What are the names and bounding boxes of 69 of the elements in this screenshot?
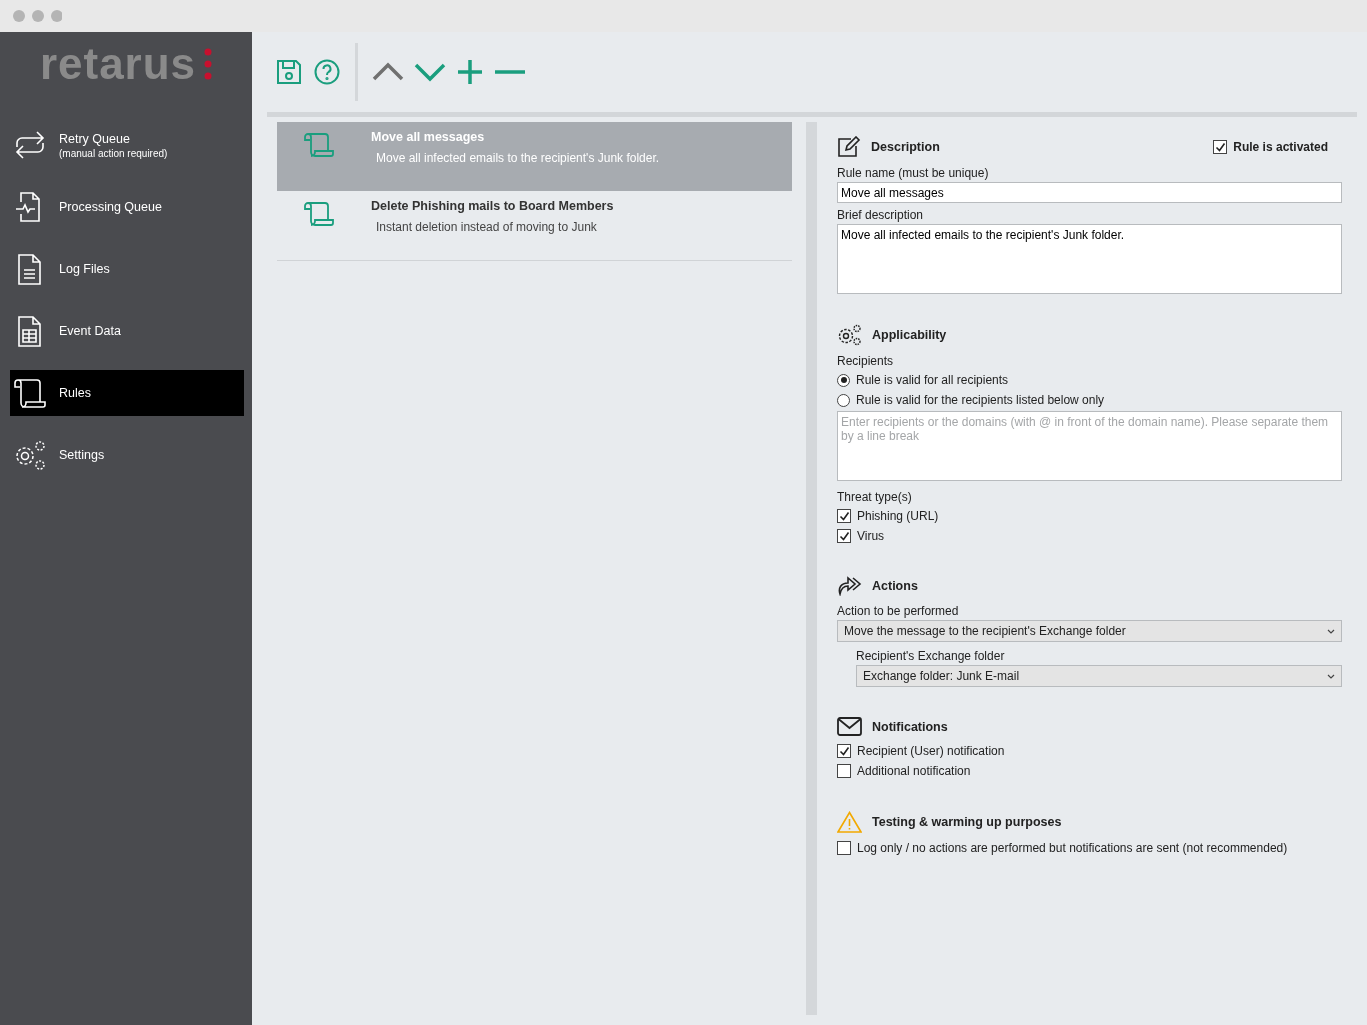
- checkbox[interactable]: Recipient (User) notification: [837, 741, 1342, 761]
- radio-button[interactable]: Rule is valid for the recipients listed below only: [837, 390, 1342, 410]
- chevron-down-icon: [1327, 628, 1335, 634]
- sidebar-item[interactable]: Rules: [10, 370, 244, 416]
- gears-icon: [13, 439, 47, 471]
- section-title: Notifications: [872, 719, 948, 734]
- sidebar-label: Log Files: [59, 262, 110, 276]
- checkbox[interactable]: Phishing (URL): [837, 506, 1342, 526]
- section-title: Testing & warming up purposes: [872, 815, 1062, 829]
- checkmark-icon: [838, 510, 850, 522]
- folder-dropdown[interactable]: Exchange folder: Junk E-mail: [856, 665, 1342, 687]
- scroll-icon: [13, 377, 47, 409]
- gears-icon: [837, 324, 862, 346]
- checkbox[interactable]: Additional notification: [837, 761, 1342, 781]
- rule-name-field[interactable]: Move all messages: [837, 182, 1342, 203]
- rule-list-item[interactable]: Delete Phishing mails to Board Members Instant deletion instead of moving to Junk: [277, 191, 792, 260]
- recipients-field[interactable]: Enter recipients or the domains (with @ in front of the domain name). Please separate them by a line break: [837, 411, 1342, 481]
- rule-name: Delete Phishing mails to Board Members: [371, 199, 614, 213]
- field-label: Recipient's Exchange folder: [856, 648, 1006, 665]
- floppy-disk-icon: [275, 58, 303, 86]
- minus-icon: [494, 70, 526, 74]
- window-controls-icon[interactable]: [12, 9, 62, 23]
- help-button[interactable]: [313, 58, 341, 86]
- rule-description: Move all infected emails to the recipient's Junk folder.: [375, 151, 660, 165]
- sidebar-item[interactable]: Retry Queue (manual action required): [10, 122, 244, 168]
- repeat-arrows-icon: [13, 129, 47, 161]
- scroll-icon: [303, 132, 335, 158]
- sidebar-item[interactable]: Processing Queue: [10, 184, 244, 230]
- remove-button[interactable]: [494, 70, 526, 74]
- edit-icon: [837, 136, 861, 158]
- field-label: Recipients: [837, 353, 895, 370]
- checkmark-icon: [1214, 141, 1226, 153]
- envelope-icon: [837, 717, 862, 736]
- sidebar-label: Event Data: [59, 324, 121, 338]
- radio-button[interactable]: Rule is valid for all recipients: [837, 370, 1342, 390]
- logo: retarus: [39, 42, 197, 86]
- rule-activated-checkbox[interactable]: Rule is activated: [1213, 137, 1328, 157]
- logo-dots-icon: [204, 48, 213, 80]
- field-label: Rule name (must be unique): [837, 165, 990, 182]
- section-title: Actions: [872, 579, 918, 593]
- field-label: Action to be performed: [837, 603, 960, 620]
- sidebar-item[interactable]: Settings: [10, 432, 244, 478]
- help-icon: [313, 58, 341, 86]
- chevron-down-icon: [1327, 673, 1335, 679]
- field-label: Brief description: [837, 207, 925, 224]
- checkmark-icon: [838, 745, 850, 757]
- action-dropdown[interactable]: Move the message to the recipient's Exchange folder: [837, 620, 1342, 642]
- checkbox[interactable]: Virus: [837, 526, 1342, 546]
- sidebar-label: Settings: [59, 448, 105, 462]
- section-title: Description: [871, 140, 940, 154]
- add-button[interactable]: [456, 58, 484, 86]
- rule-name: Move all messages: [371, 130, 486, 144]
- forward-arrow-icon: [837, 576, 862, 596]
- description-field[interactable]: Move all infected emails to the recipient's Junk folder.: [837, 224, 1342, 294]
- rule-description: Instant deletion instead of moving to Junk: [375, 220, 598, 234]
- sidebar-label: Rules: [59, 386, 91, 400]
- save-button[interactable]: [275, 58, 303, 86]
- sidebar-item[interactable]: Event Data: [10, 308, 244, 354]
- sidebar-item[interactable]: Log Files: [10, 246, 244, 292]
- scroll-icon: [303, 201, 335, 227]
- checkmark-icon: [838, 530, 850, 542]
- field-label: Threat type(s): [837, 489, 913, 506]
- checkbox[interactable]: Log only / no actions are performed but notifications are sent (not recommended): [837, 838, 1342, 858]
- sidebar-label: Retry Queue: [59, 131, 130, 146]
- plus-icon: [456, 58, 484, 86]
- warning-icon: [837, 811, 862, 833]
- sidebar-label: Processing Queue: [59, 200, 162, 214]
- section-title: Applicability: [872, 328, 947, 342]
- sidebar-sublabel: (manual action required): [59, 147, 168, 159]
